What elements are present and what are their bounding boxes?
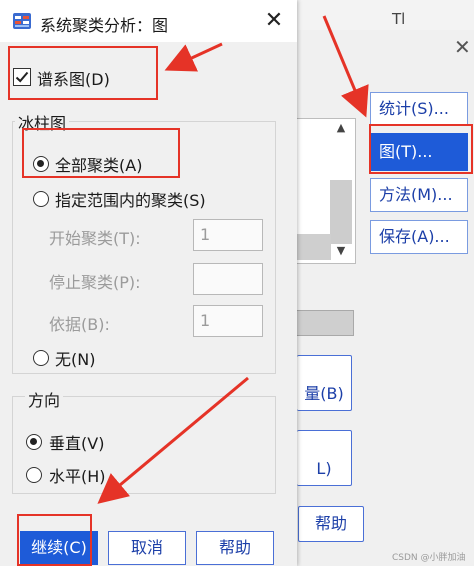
none-radio[interactable] — [33, 350, 49, 366]
plots-button[interactable]: 图(T)... — [370, 133, 468, 171]
range-clusters-label[interactable]: 指定范围内的聚类(S) — [55, 187, 206, 211]
background-close-icon[interactable]: ✕ — [454, 35, 471, 59]
horizontal-label[interactable]: 水平(H) — [49, 463, 106, 487]
save-button[interactable]: 保存(A)... — [370, 220, 468, 254]
vertical-radio[interactable] — [26, 434, 42, 450]
icicle-group-title: 冰柱图 — [15, 110, 70, 134]
help-button[interactable]: 帮助 — [196, 531, 274, 565]
statistics-button[interactable]: 统计(S)... — [370, 92, 468, 126]
continue-button[interactable]: 继续(C) — [20, 531, 98, 565]
all-clusters-radio[interactable] — [33, 156, 49, 172]
none-label[interactable]: 无(N) — [55, 346, 95, 370]
dendrogram-option[interactable]: 谱系图(D) — [13, 66, 143, 90]
dendrogram-label: 谱系图(D) — [37, 70, 110, 89]
background-button-partial-a[interactable]: 量(B) — [297, 355, 352, 411]
scroll-down-icon[interactable]: ▼ — [332, 244, 350, 258]
background-button-partial-b[interactable]: L) — [297, 430, 352, 486]
close-icon[interactable]: ✕ — [262, 8, 286, 33]
horizontal-radio[interactable] — [26, 467, 42, 483]
dialog-title: 系统聚类分析：图 — [40, 16, 169, 35]
icicle-group: 冰柱图 全部聚类(A) 指定范围内的聚类(S) 开始聚类(T): 1 停止聚类(… — [12, 110, 276, 374]
checkmark-icon — [15, 71, 29, 83]
cancel-button[interactable]: 取消 — [108, 531, 186, 565]
stop-cluster-label: 停止聚类(P): — [49, 273, 141, 292]
by-label: 依据(B): — [49, 315, 110, 334]
dendrogram-checkbox[interactable] — [13, 68, 31, 86]
watermark: CSDN @小胖加油 — [392, 553, 466, 563]
start-cluster-field[interactable]: 1 — [193, 219, 263, 251]
range-clusters-radio[interactable] — [33, 191, 49, 207]
stop-cluster-field[interactable] — [193, 263, 263, 295]
vertical-label[interactable]: 垂直(V) — [49, 430, 104, 454]
scrollbar-thumb[interactable] — [330, 180, 352, 244]
app-icon — [13, 13, 31, 29]
background-titlebar — [297, 0, 474, 30]
by-field[interactable]: 1 — [193, 305, 263, 337]
scroll-up-icon[interactable]: ▲ — [332, 121, 350, 135]
orientation-group: 方向 垂直(V) 水平(H) — [12, 387, 276, 494]
start-cluster-label: 开始聚类(T): — [49, 229, 141, 248]
orientation-group-title: 方向 — [25, 387, 64, 411]
background-help-button[interactable]: 帮助 — [298, 506, 364, 542]
all-clusters-label[interactable]: 全部聚类(A) — [55, 152, 142, 176]
background-selected-strip — [297, 234, 331, 260]
background-disabled-field — [297, 310, 354, 336]
method-button[interactable]: 方法(M)... — [370, 178, 468, 212]
background-tab-label: Tl — [392, 10, 406, 28]
